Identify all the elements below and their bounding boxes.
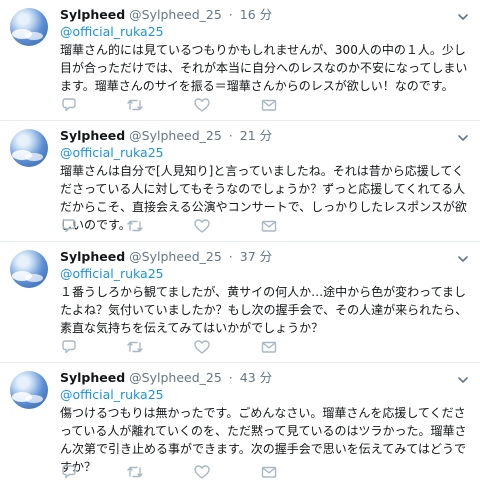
separator-dot: ·	[228, 249, 233, 264]
timestamp[interactable]: 21 分	[240, 128, 272, 143]
tweet[interactable]: Sylpheed @Sylpheed_25 · 43 分 @official_r…	[0, 363, 480, 487]
tweet-actions	[60, 338, 470, 356]
heart-icon[interactable]	[193, 338, 211, 356]
timestamp[interactable]: 16 分	[240, 7, 272, 22]
retweet-icon[interactable]	[126, 338, 144, 356]
tweet[interactable]: Sylpheed @Sylpheed_25 · 16 分 @official_r…	[0, 0, 480, 121]
tweet-text: 瑠華さん的には見ているつもりかもしれませんが、300人の中の１人。少し目が合った…	[60, 43, 468, 93]
user-handle[interactable]: @Sylpheed_25	[129, 370, 222, 385]
reply-icon[interactable]	[60, 463, 78, 481]
avatar[interactable]	[10, 371, 48, 409]
display-name[interactable]: Sylpheed	[60, 249, 125, 264]
tweet-text: １番うしろから観てましたが、黄サイの何人か…途中から色が変わってましたよね？気付…	[60, 285, 468, 335]
timestamp[interactable]: 37 分	[240, 249, 272, 264]
reply-icon[interactable]	[60, 217, 78, 235]
tweet-header: Sylpheed @Sylpheed_25 · 16 分	[60, 7, 272, 23]
chevron-down-icon[interactable]	[456, 372, 470, 386]
tweet-header: Sylpheed @Sylpheed_25 · 21 分	[60, 128, 272, 144]
display-name[interactable]: Sylpheed	[60, 370, 125, 385]
user-handle[interactable]: @Sylpheed_25	[129, 7, 222, 22]
tweet-actions	[60, 217, 470, 235]
separator-dot: ·	[228, 370, 233, 385]
heart-icon[interactable]	[193, 96, 211, 114]
separator-dot: ·	[228, 128, 233, 143]
chevron-down-icon[interactable]	[456, 130, 470, 144]
envelope-icon[interactable]	[260, 463, 278, 481]
display-name[interactable]: Sylpheed	[60, 7, 125, 22]
display-name[interactable]: Sylpheed	[60, 128, 125, 143]
user-handle[interactable]: @Sylpheed_25	[129, 128, 222, 143]
reply-to-link[interactable]: @official_ruka25	[60, 24, 164, 40]
envelope-icon[interactable]	[260, 96, 278, 114]
reply-icon[interactable]	[60, 96, 78, 114]
retweet-icon[interactable]	[126, 96, 144, 114]
avatar[interactable]	[10, 8, 48, 46]
tweet-header: Sylpheed @Sylpheed_25 · 43 分	[60, 370, 272, 386]
tweet-actions	[60, 96, 470, 114]
avatar[interactable]	[10, 250, 48, 288]
retweet-icon[interactable]	[126, 217, 144, 235]
reply-to-link[interactable]: @official_ruka25	[60, 387, 164, 403]
reply-to-link[interactable]: @official_ruka25	[60, 145, 164, 161]
tweet-actions	[60, 463, 470, 481]
tweet-header: Sylpheed @Sylpheed_25 · 37 分	[60, 249, 272, 265]
user-handle[interactable]: @Sylpheed_25	[129, 249, 222, 264]
retweet-icon[interactable]	[126, 463, 144, 481]
tweet[interactable]: Sylpheed @Sylpheed_25 · 21 分 @official_r…	[0, 121, 480, 242]
reply-icon[interactable]	[60, 338, 78, 356]
envelope-icon[interactable]	[260, 338, 278, 356]
chevron-down-icon[interactable]	[456, 251, 470, 265]
chevron-down-icon[interactable]	[456, 9, 470, 23]
timestamp[interactable]: 43 分	[240, 370, 272, 385]
heart-icon[interactable]	[193, 463, 211, 481]
separator-dot: ·	[228, 7, 233, 22]
envelope-icon[interactable]	[260, 217, 278, 235]
heart-icon[interactable]	[193, 217, 211, 235]
tweet[interactable]: Sylpheed @Sylpheed_25 · 37 分 @official_r…	[0, 242, 480, 363]
reply-to-link[interactable]: @official_ruka25	[60, 266, 164, 282]
avatar[interactable]	[10, 129, 48, 167]
